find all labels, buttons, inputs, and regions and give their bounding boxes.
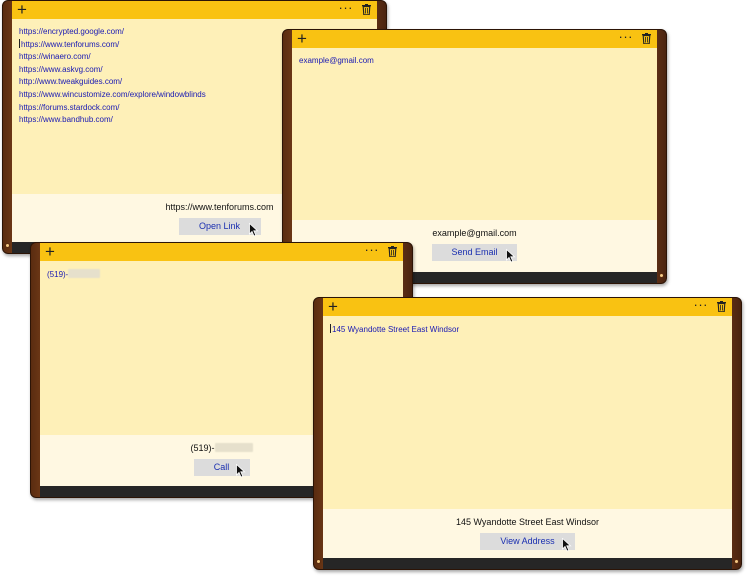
selected-text: (519)- (190, 443, 215, 453)
more-icon[interactable]: ··· (339, 1, 354, 16)
send-email-button-label: Send Email (451, 247, 498, 257)
call-button[interactable]: Call (193, 459, 250, 478)
plus-icon[interactable]: + (17, 1, 27, 19)
more-icon[interactable]: ··· (619, 30, 634, 45)
trash-icon[interactable] (717, 301, 726, 312)
more-icon[interactable]: ··· (694, 298, 709, 313)
phone-number-line[interactable]: (519)- (47, 269, 396, 279)
selected-text: 145 Wyandotte Street East Windsor (456, 517, 599, 527)
mouse-cursor-icon (248, 223, 259, 237)
mouse-cursor-icon (562, 538, 572, 552)
note-address-surface: + ··· 145 Wyandotte Street East Windsor … (323, 298, 732, 569)
send-email-button[interactable]: Send Email (432, 244, 517, 263)
note-phone-titlebar[interactable]: + ··· (40, 243, 403, 261)
address-text[interactable]: 145 Wyandotte Street East Windsor (332, 325, 459, 334)
plus-icon[interactable]: + (328, 298, 338, 316)
trash-icon[interactable] (642, 33, 651, 44)
trash-icon[interactable] (362, 4, 371, 15)
rivet (317, 560, 320, 563)
more-icon[interactable]: ··· (365, 243, 380, 258)
address-line[interactable]: 145 Wyandotte Street East Windsor (330, 324, 725, 334)
mouse-cursor-icon (235, 464, 246, 478)
plus-icon[interactable]: + (45, 243, 55, 261)
note-email-titlebar[interactable]: + ··· (292, 30, 657, 48)
email-address-text[interactable]: example@gmail.com (299, 56, 650, 65)
call-button-label: Call (213, 462, 230, 472)
plus-icon[interactable]: + (297, 30, 307, 48)
redacted-digits (68, 269, 101, 278)
phone-number-text[interactable]: (519)- (47, 270, 68, 279)
trash-icon[interactable] (388, 246, 397, 257)
note-address-body[interactable]: 145 Wyandotte Street East Windsor (323, 316, 732, 509)
rivet (6, 244, 9, 247)
note-address-bottom-bar (323, 558, 732, 569)
view-address-button[interactable]: View Address (480, 533, 575, 552)
note-address-titlebar[interactable]: + ··· (323, 298, 732, 316)
open-link-button-label: Open Link (198, 221, 241, 231)
note-links-titlebar[interactable]: + ··· (12, 1, 377, 19)
text-caret (330, 324, 331, 333)
open-link-button[interactable]: Open Link (178, 218, 261, 237)
selected-text: https://www.tenforums.com (165, 202, 274, 212)
redacted-digits (214, 443, 253, 452)
link-item-text[interactable]: https://www.tenforums.com/ (21, 40, 119, 49)
rivet (660, 274, 663, 277)
note-address: + ··· 145 Wyandotte Street East Windsor … (313, 297, 742, 570)
text-caret (19, 38, 20, 48)
mouse-cursor-icon (506, 249, 516, 263)
selected-text: example@gmail.com (432, 228, 517, 238)
rivet (735, 560, 738, 563)
note-email-body[interactable]: example@gmail.com (292, 48, 657, 220)
note-address-action-panel: 145 Wyandotte Street East Windsor View A… (323, 509, 732, 558)
selected-text-line: (519)- (190, 443, 253, 453)
view-address-button-label: View Address (500, 536, 555, 546)
